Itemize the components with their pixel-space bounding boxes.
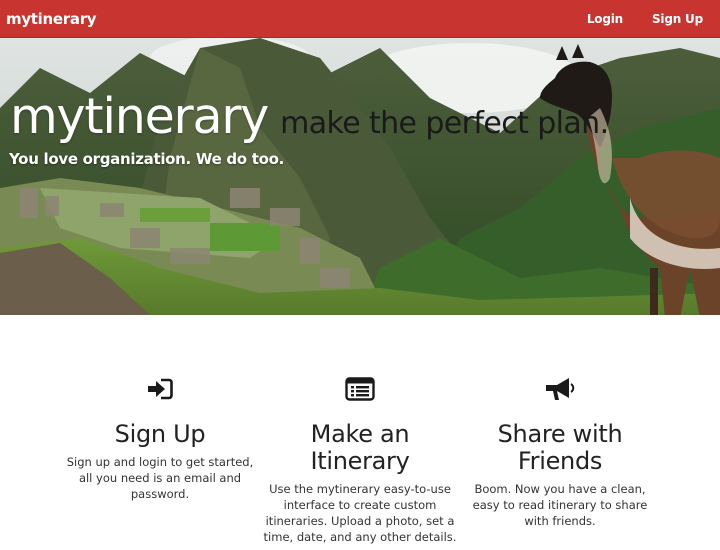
feature-title: Sign Up bbox=[114, 420, 206, 448]
hero-subtitle: You love organization. We do too. bbox=[9, 150, 285, 168]
login-link[interactable]: Login bbox=[565, 0, 630, 37]
feature-make-itinerary: Make an Itinerary Use the mytinerary eas… bbox=[260, 374, 460, 545]
brand-logo[interactable]: mytinerary bbox=[6, 10, 97, 28]
hero-tagline: make the perfect plan. bbox=[280, 106, 609, 141]
feature-share-friends: Share with Friends Boom. Now you have a … bbox=[460, 374, 660, 529]
sign-in-icon bbox=[60, 374, 260, 404]
bullhorn-icon bbox=[460, 374, 660, 404]
hero-title: mytinerary bbox=[10, 88, 269, 145]
feature-title: Share with Friends bbox=[497, 420, 623, 475]
signup-link[interactable]: Sign Up bbox=[630, 0, 710, 37]
hero-title-row: mytinerary make the perfect plan. bbox=[10, 88, 609, 145]
feature-sign-up: Sign Up Sign up and login to get started… bbox=[60, 374, 260, 502]
feature-text: Use the mytinerary easy-to-use interface… bbox=[263, 482, 457, 544]
feature-text: Boom. Now you have a clean, easy to read… bbox=[472, 482, 648, 528]
feature-title: Make an Itinerary bbox=[310, 420, 410, 475]
feature-text: Sign up and login to get started, all yo… bbox=[66, 455, 254, 501]
hero-banner: mytinerary make the perfect plan. You lo… bbox=[0, 38, 720, 315]
list-icon bbox=[260, 374, 460, 404]
nav-links: Login Sign Up bbox=[565, 0, 710, 37]
hero-image-machu-picchu-llama bbox=[0, 38, 720, 315]
navbar: mytinerary Login Sign Up bbox=[0, 0, 720, 38]
